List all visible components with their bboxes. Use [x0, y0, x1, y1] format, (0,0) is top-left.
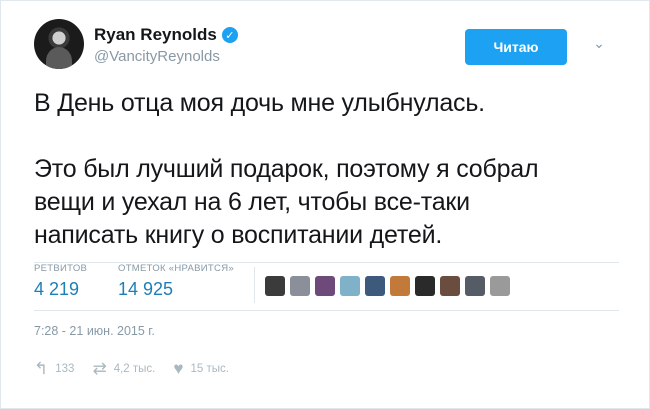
- likes-label: ОТМЕТОК «НРАВИТСЯ»: [118, 263, 234, 274]
- heart-icon: ♥: [173, 359, 184, 378]
- stats-divider: [254, 267, 255, 303]
- reply-icon: ↰: [34, 359, 49, 378]
- user-name-text[interactable]: Ryan Reynolds: [94, 25, 217, 45]
- liker-avatar[interactable]: [465, 276, 485, 296]
- liker-avatar[interactable]: [390, 276, 410, 296]
- liker-avatar[interactable]: [315, 276, 335, 296]
- avatar[interactable]: [34, 19, 84, 69]
- like-button[interactable]: ♥ 15 тыс.: [173, 359, 229, 379]
- liker-avatar[interactable]: [290, 276, 310, 296]
- tweet-card: Ryan Reynolds ✓ @VancityReynolds Читаю ⌄…: [0, 0, 650, 409]
- chevron-down-icon[interactable]: ⌄: [589, 33, 609, 53]
- user-names: Ryan Reynolds ✓ @VancityReynolds: [94, 25, 238, 65]
- reply-count: 133: [55, 363, 75, 375]
- liker-avatar[interactable]: [265, 276, 285, 296]
- liker-avatar[interactable]: [490, 276, 510, 296]
- liker-avatar[interactable]: [440, 276, 460, 296]
- divider: [34, 310, 619, 311]
- retweets-label: РЕТВИТОВ: [34, 263, 88, 274]
- liker-avatar[interactable]: [415, 276, 435, 296]
- retweet-icon: ⇄: [92, 359, 107, 378]
- tweet-header: Ryan Reynolds ✓ @VancityReynolds Читаю ⌄: [34, 19, 629, 75]
- reply-button[interactable]: ↰ 133: [34, 359, 74, 379]
- retweet-count: 4,2 тыс.: [113, 363, 156, 375]
- tweet-timestamp[interactable]: 7:28 - 21 июн. 2015 г.: [34, 324, 155, 338]
- retweets-count: 4 219: [34, 279, 80, 299]
- following-button[interactable]: Читаю: [465, 29, 567, 65]
- liker-avatar[interactable]: [340, 276, 360, 296]
- user-handle[interactable]: @VancityReynolds: [94, 48, 238, 65]
- retweets-stat[interactable]: РЕТВИТОВ 4 219: [34, 263, 87, 300]
- verified-badge-icon: ✓: [221, 27, 238, 43]
- liker-avatars: [265, 276, 510, 296]
- liker-avatar[interactable]: [365, 276, 385, 296]
- tweet-stats: РЕТВИТОВ 4 219 ОТМЕТОК «НРАВИТСЯ» 14 925: [34, 263, 619, 309]
- likes-count: 14 925: [118, 279, 174, 299]
- likes-stat[interactable]: ОТМЕТОК «НРАВИТСЯ» 14 925: [118, 263, 234, 300]
- like-count: 15 тыс.: [190, 363, 229, 375]
- user-name[interactable]: Ryan Reynolds ✓: [94, 25, 238, 45]
- retweet-button[interactable]: ⇄ 4,2 тыс.: [92, 359, 155, 379]
- tweet-actions: ↰ 133 ⇄ 4,2 тыс. ♥ 15 тыс.: [34, 359, 247, 379]
- tweet-text: В День отца моя дочь мне улыбнулась. Это…: [34, 89, 539, 249]
